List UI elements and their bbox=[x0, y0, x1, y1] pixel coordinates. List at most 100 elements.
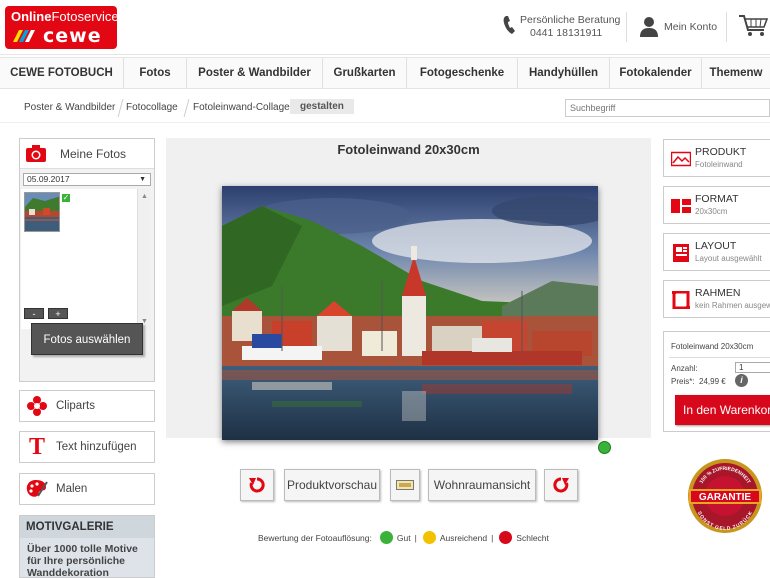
guarantee-seal-icon: GARANTIE 100 % ZUFRIEDENHEIT SONST GELD … bbox=[688, 459, 762, 533]
header: OnlineFotoservice cewe Persönliche Berat… bbox=[0, 0, 770, 55]
cewe-logo[interactable]: OnlineFotoservice cewe bbox=[5, 6, 119, 49]
search-input[interactable] bbox=[565, 99, 770, 117]
date-select[interactable]: 05.09.2017 ▼ bbox=[23, 173, 151, 186]
nav-item-fotokalender[interactable]: Fotokalender bbox=[610, 58, 702, 88]
canvas-preview-button[interactable] bbox=[390, 469, 420, 501]
layout-option[interactable]: LAYOUT Layout ausgewählt bbox=[663, 233, 770, 271]
resolution-rating-legend: Bewertung der Fotoauflösung: Gut | Ausre… bbox=[258, 531, 549, 544]
date-value: 05.09.2017 bbox=[27, 174, 70, 184]
room-view-button[interactable]: Wohnraumansicht bbox=[428, 469, 536, 501]
design-stage: Fotoleinwand 20x30cm bbox=[166, 138, 651, 440]
phone-label: Persönliche Beratung bbox=[520, 14, 621, 26]
product-option[interactable]: PRODUKT Fotoleinwand bbox=[663, 139, 770, 177]
text-icon: T bbox=[28, 434, 45, 460]
main-navigation: CEWE FOTOBUCH Fotos Poster & Wandbilder … bbox=[0, 57, 770, 89]
add-text-label: Text hinzufügen bbox=[56, 441, 137, 453]
canvas-icon bbox=[396, 480, 414, 490]
nav-item-fotos[interactable]: Fotos bbox=[124, 58, 187, 88]
canvas-photo[interactable] bbox=[222, 186, 598, 440]
my-photos-panel: Meine Fotos 05.09.2017 ▼ ✓ ▲ ▼ - + Fotos… bbox=[19, 138, 155, 382]
order-divider bbox=[669, 357, 770, 358]
nav-item-fotogeschenke[interactable]: Fotogeschenke bbox=[407, 58, 518, 88]
photo-thumbnail[interactable] bbox=[24, 192, 60, 232]
breadcrumb-current: gestalten bbox=[290, 99, 354, 114]
zoom-in-button[interactable]: + bbox=[48, 308, 68, 319]
account-link[interactable]: Mein Konto bbox=[640, 12, 717, 42]
scroll-up-icon[interactable]: ▲ bbox=[141, 193, 148, 200]
resolution-good-indicator-icon bbox=[598, 441, 611, 454]
header-divider bbox=[726, 12, 727, 42]
shopping-cart-icon[interactable] bbox=[738, 14, 768, 38]
product-option-value: Fotoleinwand bbox=[695, 160, 743, 169]
nav-item-handyhuellen[interactable]: Handyhüllen bbox=[518, 58, 610, 88]
breadcrumb-separator bbox=[117, 99, 124, 117]
logo-brand: cewe bbox=[43, 25, 102, 47]
breadcrumb-poster-wandbilder[interactable]: Poster & Wandbilder bbox=[24, 102, 115, 113]
rotate-right-button[interactable] bbox=[544, 469, 578, 501]
info-icon[interactable]: i bbox=[735, 374, 748, 387]
price-value: 24,99 € bbox=[699, 377, 726, 386]
smiley-good-icon bbox=[379, 531, 393, 544]
breadcrumb-fotoleinwand-collage[interactable]: Fotoleinwand-Collage bbox=[193, 102, 290, 113]
breadcrumb-fotocollage[interactable]: Fotocollage bbox=[126, 102, 178, 113]
rating-label: Bewertung der Fotoauflösung: bbox=[258, 532, 372, 543]
thumbnail-scrollbar[interactable]: ▲ ▼ bbox=[137, 189, 151, 329]
format-option[interactable]: FORMAT 20x30cm bbox=[663, 186, 770, 224]
add-to-cart-button[interactable]: In den Warenkorb bbox=[675, 395, 770, 425]
phone-icon bbox=[503, 16, 515, 34]
format-icon bbox=[671, 199, 691, 213]
photo-used-check-icon: ✓ bbox=[61, 193, 71, 203]
paint-button[interactable]: Malen bbox=[19, 473, 155, 505]
harbor-photo-image bbox=[222, 186, 598, 440]
frame-option-title: RAHMEN bbox=[695, 287, 741, 299]
layout-icon bbox=[673, 244, 689, 262]
cliparts-label: Cliparts bbox=[56, 400, 95, 412]
layout-option-title: LAYOUT bbox=[695, 240, 737, 252]
guarantee-main: GARANTIE bbox=[699, 492, 752, 503]
quantity-label: Anzahl: bbox=[671, 364, 698, 373]
rating-separator: | bbox=[414, 532, 417, 543]
frame-icon bbox=[672, 291, 690, 309]
rating-ok: Ausreichend bbox=[439, 532, 488, 543]
my-photos-header[interactable]: Meine Fotos bbox=[20, 139, 154, 169]
motif-gallery-panel[interactable]: MOTIVGALERIE Über 1000 tolle Motive für … bbox=[19, 515, 155, 578]
cewe-mark-icon bbox=[13, 30, 35, 42]
rotate-right-icon bbox=[553, 477, 569, 493]
rotate-left-button[interactable] bbox=[240, 469, 274, 501]
zoom-out-button[interactable]: - bbox=[24, 308, 44, 319]
rating-good: Gut bbox=[396, 532, 411, 543]
product-title: Fotoleinwand 20x30cm bbox=[337, 142, 480, 157]
phone-consultation[interactable]: Persönliche Beratung 0441 18131911 bbox=[503, 12, 633, 42]
rating-separator: | bbox=[491, 532, 494, 543]
quantity-input[interactable]: 1 bbox=[735, 362, 770, 373]
account-label: Mein Konto bbox=[664, 21, 718, 33]
rating-bad: Schlecht bbox=[516, 532, 549, 543]
breadcrumb-separator bbox=[183, 99, 190, 117]
product-option-title: PRODUKT bbox=[695, 146, 747, 158]
phone-number: 0441 18131911 bbox=[530, 27, 603, 39]
paint-label: Malen bbox=[56, 483, 88, 495]
nav-item-poster-wandbilder[interactable]: Poster & Wandbilder bbox=[187, 58, 323, 88]
price-label: Preis*: bbox=[671, 377, 695, 386]
rotate-left-icon bbox=[249, 477, 265, 493]
smiley-bad-icon bbox=[499, 531, 513, 544]
add-text-button[interactable]: T Text hinzufügen bbox=[19, 431, 155, 463]
paint-palette-icon bbox=[26, 478, 48, 500]
cliparts-button[interactable]: Cliparts bbox=[19, 390, 155, 422]
my-photos-label: Meine Fotos bbox=[60, 146, 127, 161]
frame-option[interactable]: RAHMEN kein Rahmen ausgewählt bbox=[663, 280, 770, 318]
flower-icon bbox=[26, 395, 48, 417]
harbor-thumbnail-image bbox=[25, 193, 59, 231]
camera-icon bbox=[26, 145, 46, 162]
format-option-title: FORMAT bbox=[695, 193, 739, 205]
nav-item-grusskarten[interactable]: Grußkarten bbox=[323, 58, 407, 88]
nav-item-fotobuch[interactable]: CEWE FOTOBUCH bbox=[0, 58, 124, 88]
logo-top-bold: Online bbox=[11, 9, 52, 24]
format-option-value: 20x30cm bbox=[695, 207, 728, 216]
motif-gallery-title: MOTIVGALERIE bbox=[20, 516, 154, 538]
user-icon bbox=[640, 17, 658, 37]
product-preview-button[interactable]: Produktvorschau bbox=[284, 469, 380, 501]
layout-option-value: Layout ausgewählt bbox=[695, 254, 762, 263]
nav-item-themenwelten[interactable]: Themenw bbox=[702, 58, 770, 88]
select-photos-button[interactable]: Fotos auswählen bbox=[31, 323, 143, 355]
